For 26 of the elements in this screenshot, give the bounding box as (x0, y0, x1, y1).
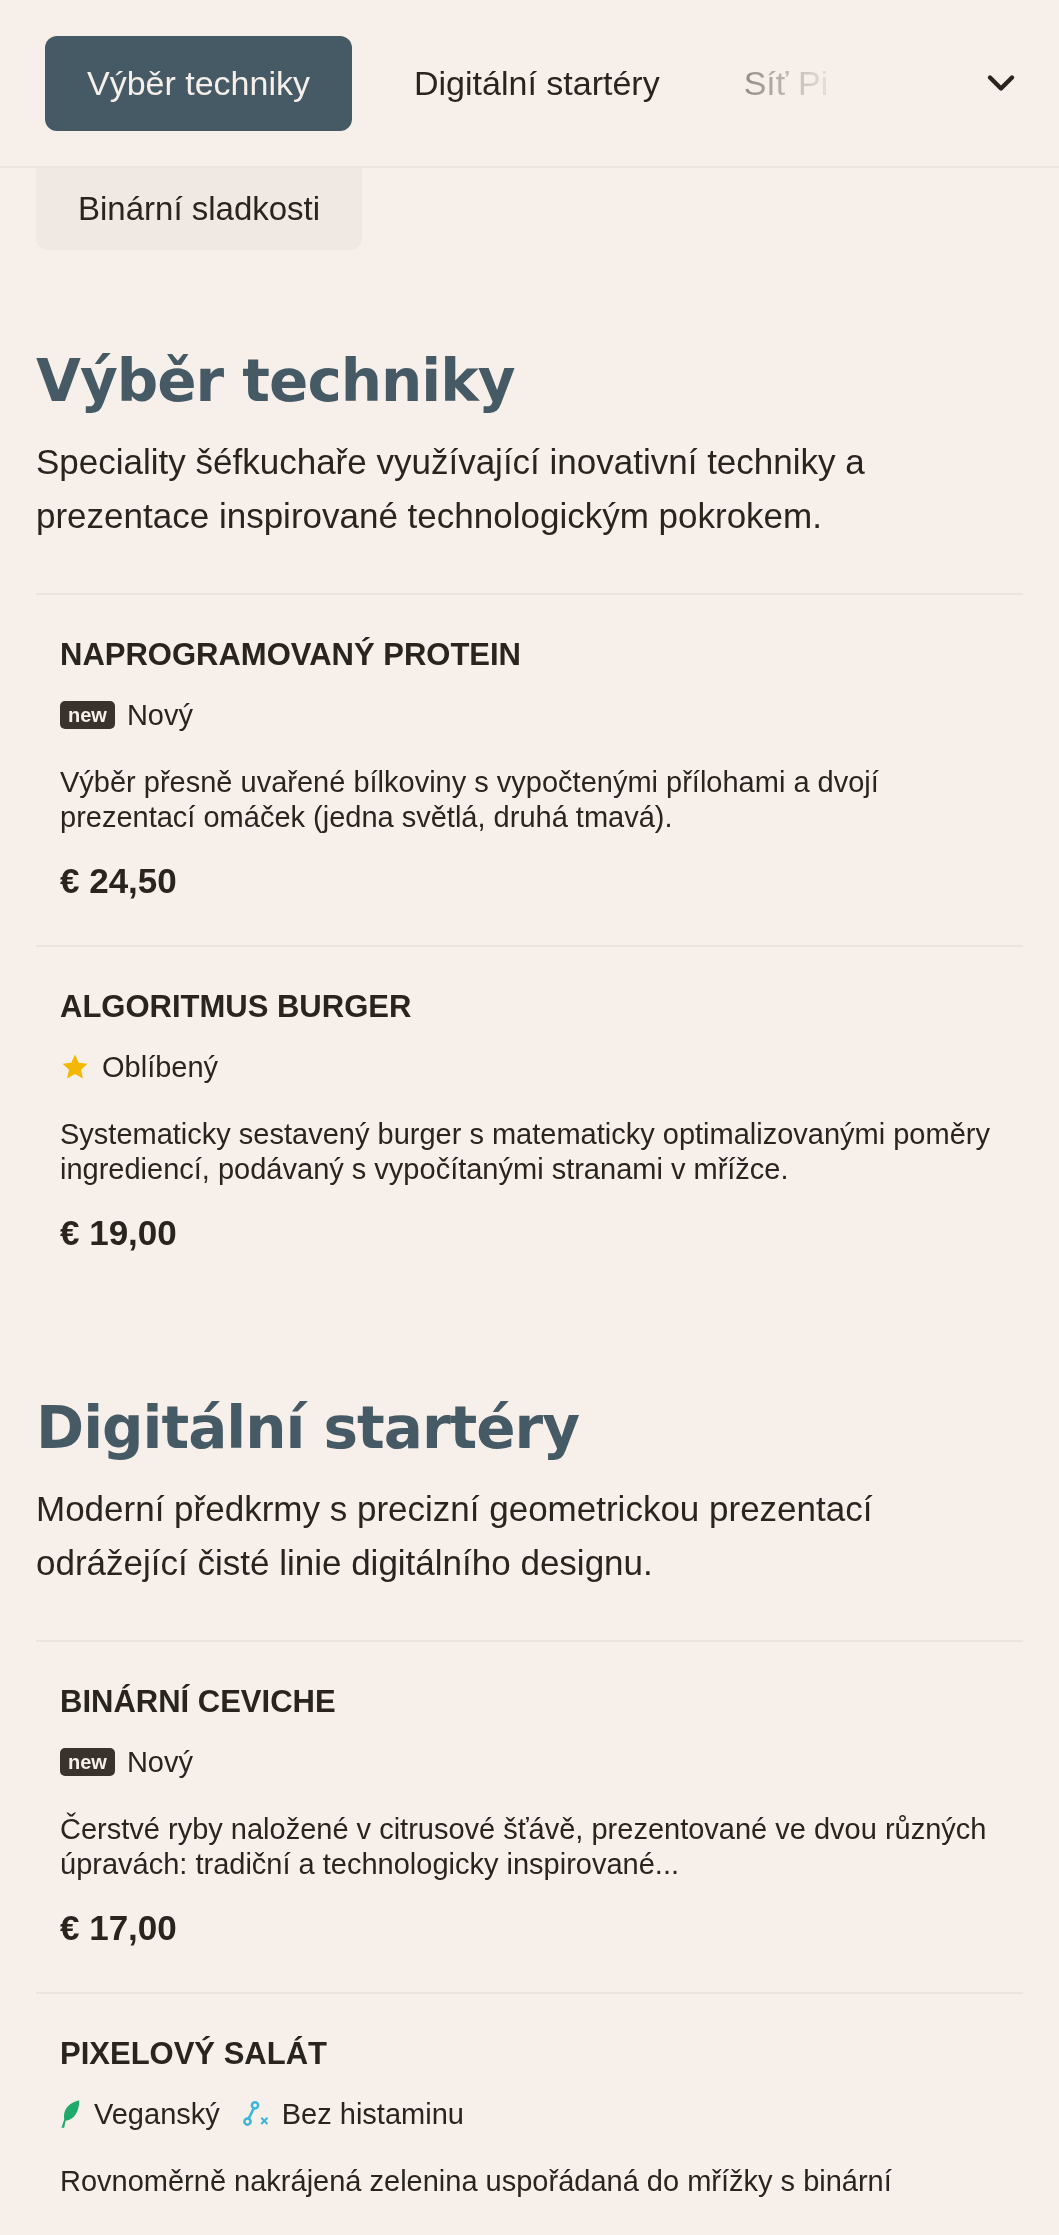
section-description: Speciality šéfkuchaře využívající inovativní techniky a prezentace inspirované technologickým pokrokem. (36, 441, 866, 537)
section-title: Digitální startéry (36, 1393, 580, 1464)
tag-label: Veganský (94, 2097, 220, 2131)
dish-name: NAPROGRAMOVANÝ PROTEIN (60, 636, 522, 674)
dish-description: Čerstvé ryby naložené v citrusové šťávě, prezentované ve dvou různých úpravách: tradiční a technologicky inspirované... (60, 1812, 988, 1882)
new-badge: new (60, 701, 115, 729)
tag-label: Nový (126, 698, 193, 732)
category-tab[interactable]: Binární sladkosti (36, 168, 363, 250)
section-title: Výběr techniky (36, 346, 516, 417)
dish-description: Výběr přesně uvařené bílkoviny s vypočtenými přílohami a dvojí prezentací omáček (jedna světlá, druhá tmavá). (60, 765, 880, 835)
tag-label: Bez histaminu (281, 2097, 464, 2131)
dish-price: € 24,50 (60, 860, 178, 902)
dish-price: € 17,00 (60, 1907, 178, 1949)
category-tab[interactable]: Digitální startéry (372, 35, 702, 131)
dish-name: BINÁRNÍ CEVICHE (60, 1683, 337, 1721)
tag-label: Oblíbený (102, 1050, 219, 1084)
dish-description: Rovnoměrně nakrájená zelenina uspořádaná do mřížky s binární (60, 2164, 893, 2199)
dish-name: PIXELOVÝ SALÁT (60, 2035, 328, 2073)
dish-description: Systematicky sestavený burger s matematicky optimalizovanými poměry ingrediencí, podávaný s vypočítanými stranami v mřížce. (60, 1117, 991, 1187)
new-badge: new (60, 1748, 115, 1776)
dish-price: € 19,00 (60, 1212, 178, 1254)
section-description: Moderní předkrmy s precizní geometrickou prezentací odrážející čisté linie digitálního designu. (36, 1488, 874, 1584)
dish-name: ALGORITMUS BURGER (60, 988, 413, 1026)
leaf-icon (60, 2099, 82, 2129)
category-tab[interactable]: Výběr techniky (45, 35, 352, 131)
tag-label: Nový (126, 1745, 193, 1779)
